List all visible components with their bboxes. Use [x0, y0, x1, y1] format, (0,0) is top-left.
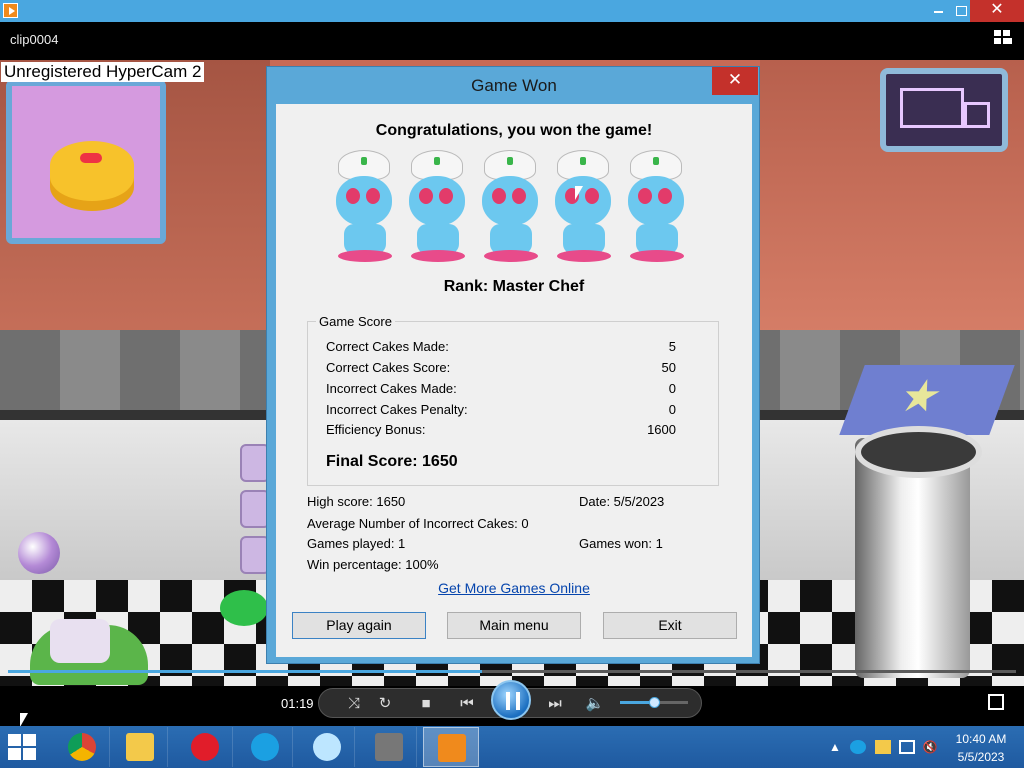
mouse-cursor [575, 186, 583, 200]
chef-image [551, 150, 613, 264]
avg-incorrect-text: Average Number of Incorrect Cakes: 0 [307, 516, 529, 531]
games-played-text: Games played: 1 [307, 536, 406, 551]
high-score-text: High score: 1650 [307, 494, 406, 509]
seek-bar[interactable] [8, 670, 1016, 673]
score-row-value: 0 [668, 402, 676, 417]
shuffle-icon[interactable]: ⤨ [344, 694, 364, 714]
score-row-label: Incorrect Cakes Made: [326, 381, 457, 396]
player-controls: 01:19 ⤨ ↻ ■ ⏮ ⏭ 🔈 [0, 680, 1024, 726]
pause-button[interactable] [491, 680, 531, 720]
cake-order-poster [6, 80, 166, 244]
game-score-legend: Game Score [316, 314, 395, 329]
game-app-icon[interactable] [361, 727, 417, 767]
eyes-app-icon[interactable] [299, 727, 355, 767]
volume-slider-knob[interactable] [649, 697, 660, 708]
score-row-value: 50 [661, 360, 676, 375]
score-row: Efficiency Bonus: 1600 [326, 422, 676, 437]
score-row-label: Correct Cakes Score: [326, 360, 451, 375]
delivery-truck-sign[interactable] [880, 68, 1008, 152]
lever-knob[interactable] [18, 532, 60, 574]
mouse-cursor [20, 713, 28, 727]
fullscreen-icon[interactable] [988, 694, 1004, 710]
close-button[interactable]: ✕ [970, 0, 1024, 22]
green-go-button[interactable] [220, 590, 268, 626]
congratulations-text: Congratulations, you won the game! [375, 122, 653, 139]
skype-icon[interactable] [237, 727, 293, 767]
repeat-icon[interactable]: ↻ [375, 694, 395, 714]
score-row-label: Correct Cakes Made: [326, 339, 449, 354]
clock-date[interactable]: 5/5/2023 [951, 750, 1011, 764]
date-text: Date: 5/5/2023 [579, 494, 665, 509]
score-row-label: Efficiency Bonus: [326, 422, 426, 437]
truck-icon [900, 88, 964, 128]
game-logo-icon [30, 619, 148, 685]
network-icon[interactable] [899, 740, 915, 754]
score-row: Correct Cakes Made: 5 [326, 339, 676, 354]
trash-can[interactable] [855, 426, 982, 678]
dialog-body: Congratulations, you won the game! Rank:… [276, 104, 752, 657]
player-titlebar[interactable]: ✕ [0, 0, 1024, 22]
score-row-label: Incorrect Cakes Penalty: [326, 402, 468, 417]
file-explorer-icon[interactable] [112, 727, 168, 767]
chef-image [624, 150, 686, 264]
games-won-text: Games won: 1 [579, 536, 663, 551]
volume-muted-icon[interactable]: 🔇 [922, 740, 938, 754]
stop-icon[interactable]: ■ [416, 694, 436, 714]
score-row-value: 0 [668, 381, 676, 396]
game-score-group: Game Score Correct Cakes Made: 5 Correct… [307, 314, 719, 486]
chrome-icon[interactable] [54, 727, 110, 767]
win-percentage-text: Win percentage: 100% [307, 557, 439, 572]
truck-cab-icon [964, 102, 990, 128]
elapsed-time: 01:19 [281, 696, 314, 711]
dialog-close-button[interactable]: ✕ [712, 67, 758, 95]
next-icon[interactable]: ⏭ [545, 694, 565, 714]
dialog-title: Game Won [471, 76, 557, 95]
taskbar: ▲ 🔇 10:40 AM 5/5/2023 [0, 726, 1024, 768]
score-row-value: 1600 [647, 422, 676, 437]
show-hidden-icons[interactable]: ▲ [827, 740, 843, 754]
action-center-icon[interactable] [875, 740, 891, 754]
chef-rank-images [332, 150, 692, 266]
volume-icon[interactable]: 🔈 [585, 694, 605, 714]
exit-button[interactable]: Exit [603, 612, 737, 639]
clock-time[interactable]: 10:40 AM [951, 732, 1011, 746]
pause-icon [506, 692, 520, 710]
play-again-button[interactable]: Play again [292, 612, 426, 639]
volume-slider[interactable] [620, 697, 688, 708]
seek-bar-fill [8, 670, 482, 673]
main-menu-button[interactable]: Main menu [447, 612, 581, 639]
windows-start-button[interactable] [8, 734, 38, 760]
score-row: Correct Cakes Score: 50 [326, 360, 676, 375]
score-row: Incorrect Cakes Penalty: 0 [326, 402, 676, 417]
switch-to-library-icon[interactable] [994, 30, 1014, 46]
rank-text: Rank: Master Chef [443, 278, 585, 295]
game-won-dialog: Game Won ✕ Congratulations, you won the … [266, 66, 760, 664]
cake-icon [50, 141, 134, 201]
media-player-icon[interactable] [423, 727, 479, 767]
skype-tray-icon[interactable] [850, 740, 866, 754]
clip-header: clip0004 [0, 22, 1024, 60]
opera-icon[interactable] [177, 727, 233, 767]
recorder-watermark: Unregistered HyperCam 2 [1, 62, 205, 82]
chef-image [332, 150, 394, 264]
chef-image [478, 150, 540, 264]
clip-title: clip0004 [10, 32, 59, 47]
previous-icon[interactable]: ⏮ [457, 694, 477, 714]
score-row: Incorrect Cakes Made: 0 [326, 381, 676, 396]
media-player-app-icon [3, 3, 18, 18]
star-icon: ★ [892, 372, 950, 421]
get-more-games-link[interactable]: Get More Games Online [276, 580, 752, 596]
screen: ✕ clip0004 ★ Unregistered HyperCam 2 Gam… [0, 0, 1024, 768]
score-row-value: 5 [668, 339, 676, 354]
star-box: ★ [839, 365, 1015, 435]
final-score: Final Score: 1650 [326, 453, 458, 470]
chef-image [405, 150, 467, 264]
